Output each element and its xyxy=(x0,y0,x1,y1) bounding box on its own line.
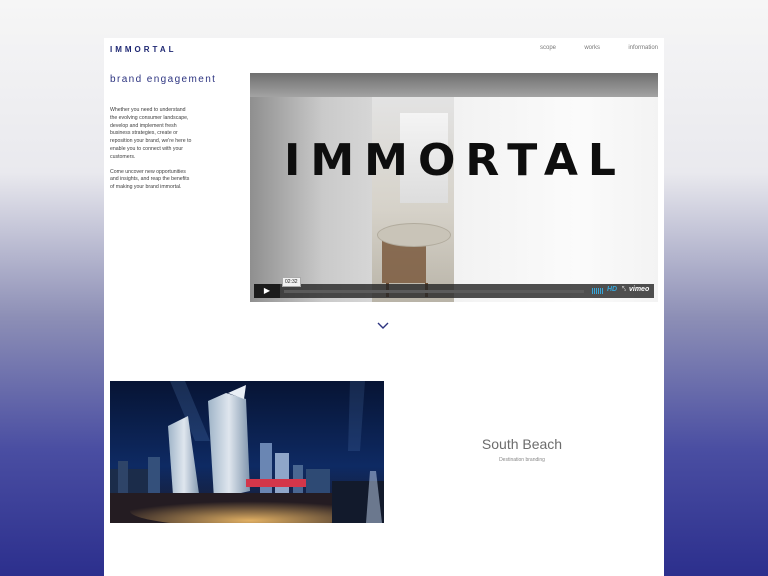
video-wall-left xyxy=(250,97,372,302)
video-controls: ▶ 02:32 HD ⤣ vimeo xyxy=(254,277,654,298)
video-wall-right xyxy=(454,97,658,302)
project-subtitle: Destination branding xyxy=(499,457,545,463)
nav-link-information[interactable]: information xyxy=(628,45,658,51)
project-title[interactable]: South Beach xyxy=(442,436,602,452)
play-icon: ▶ xyxy=(263,286,271,295)
section-heading: brand engagement xyxy=(110,74,217,85)
video-progress-track[interactable] xyxy=(284,290,584,293)
city-skyline-image xyxy=(110,381,384,523)
vimeo-logo[interactable]: vimeo xyxy=(629,286,649,293)
nav-link-scope[interactable]: scope xyxy=(540,45,556,51)
nav-link-works[interactable]: works xyxy=(584,45,600,51)
chevron-down-icon[interactable] xyxy=(376,320,390,332)
intro-text: Whether you need to understand the evolv… xyxy=(110,107,192,199)
video-sign-text: IMMORTAL xyxy=(284,135,626,186)
volume-icon[interactable] xyxy=(592,288,604,294)
hd-button[interactable]: HD xyxy=(607,286,617,293)
intro-paragraph: Whether you need to understand the evolv… xyxy=(110,107,192,160)
website-page: IMMORTAL scope works information brand e… xyxy=(104,38,664,576)
video-player[interactable]: IMMORTAL ▶ 02:32 HD ⤣ vimeo xyxy=(250,73,658,302)
fullscreen-icon[interactable]: ⤣ xyxy=(622,286,626,294)
video-table xyxy=(377,223,451,247)
video-time: 02:32 xyxy=(282,277,301,287)
intro-paragraph: Come uncover new opportunities and insig… xyxy=(110,168,190,191)
main-nav: scope works information xyxy=(104,45,664,55)
play-button[interactable]: ▶ xyxy=(254,284,280,298)
project-thumbnail[interactable] xyxy=(110,381,384,523)
video-ceiling xyxy=(250,73,658,97)
